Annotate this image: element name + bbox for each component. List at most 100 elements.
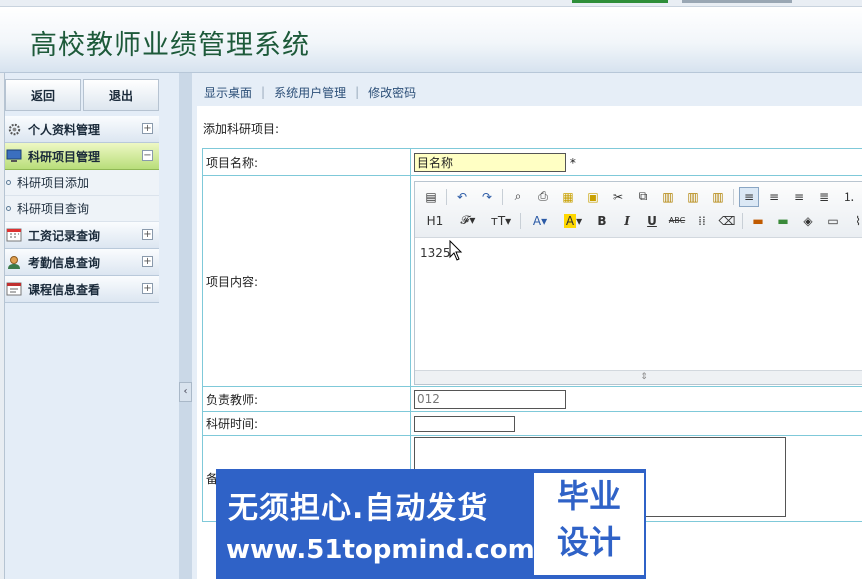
sidebar-button-row: 返回 退出 [5, 79, 159, 111]
strikethrough-icon[interactable]: ABC [667, 211, 687, 231]
bullet-icon [6, 180, 11, 185]
editor-text[interactable]: 1325 [420, 246, 451, 260]
attachment-icon[interactable]: ⌇ [848, 211, 862, 231]
template-icon[interactable]: ▦ [558, 187, 578, 207]
nav-separator: | [355, 85, 360, 99]
banner-line-2: www.51topmind.com [226, 535, 535, 565]
research-time-input[interactable] [414, 415, 515, 432]
toolbar-row-2: H1 𝓕▾ тT▾ A▾ A ▾ B I U ABC ⁞⁞ ⌫ ▬ ▬ ◈ ▭ … [421, 210, 862, 232]
watermark-banner: 无须担心.自动发货 www.51topmind.com 毕业 设计 [216, 469, 646, 579]
undo-icon[interactable]: ↶ [452, 187, 472, 207]
toolbar-separator [520, 212, 521, 229]
top-green-tab[interactable] [572, 0, 668, 3]
italic-icon[interactable]: I [617, 211, 637, 231]
toolbar-separator [446, 188, 447, 205]
banner-line-1: 无须担心.自动发货 [228, 491, 489, 526]
cut-icon[interactable]: ✂ [608, 187, 628, 207]
sidebar-menu: 个人资料管理 + 科研项目管理 − 科研项目添加 科研项目查询 工资记录查询 + [5, 116, 159, 303]
top-nav-links: 显示桌面 | 系统用户管理 | 修改密码 [192, 81, 416, 103]
expand-toggle[interactable]: + [142, 256, 153, 267]
app-header: 高校教师业绩管理系统 [0, 7, 862, 73]
name-cell: * [410, 148, 862, 176]
preview-icon[interactable]: ⌕ [508, 187, 528, 207]
highlight-icon[interactable]: A ▾ [559, 211, 587, 231]
banner-box-line-2: 设计 [556, 523, 621, 561]
bold-icon[interactable]: B [592, 211, 612, 231]
submenu-add-project[interactable]: 科研项目添加 [5, 170, 159, 196]
toolbar-separator [502, 188, 503, 205]
teacher-input[interactable] [414, 389, 566, 409]
menu-label: 个人资料管理 [28, 122, 101, 137]
top-gray-tab[interactable] [682, 0, 792, 3]
heading-dropdown[interactable]: H1 [421, 211, 449, 231]
flash-icon[interactable]: ◈ [798, 211, 818, 231]
required-mark: * [569, 155, 576, 170]
align-left-icon[interactable]: ≡ [739, 186, 759, 207]
redo-icon[interactable]: ↷ [477, 187, 497, 207]
app-title: 高校教师业绩管理系统 [30, 30, 310, 61]
content-cell: ▤ ↶ ↷ ⌕ ⎙ ▦ ▣ ✂ ⧉ ▥ ▥ ▥ ≡ ≡ ≡ ≣ ⒈ H1 𝓕▾ … [410, 175, 862, 387]
menu-label: 课程信息查看 [28, 282, 101, 297]
underline-icon[interactable]: U [642, 211, 662, 231]
collapse-sidebar-button[interactable]: ‹ [179, 382, 192, 402]
align-center-icon[interactable]: ≡ [764, 187, 784, 207]
select-all-icon[interactable]: ⁞⁞ [692, 211, 712, 231]
collapse-toggle[interactable]: − [142, 150, 153, 161]
editor-resize-handle[interactable]: ⇕ [415, 369, 862, 384]
nav-separator: | [261, 85, 266, 99]
sidebar-splitter[interactable] [179, 73, 192, 579]
bullet-icon [6, 206, 11, 211]
back-button[interactable]: 返回 [5, 79, 81, 111]
font-family-icon[interactable]: 𝓕▾ [454, 211, 482, 231]
time-label: 科研时间: [202, 411, 411, 436]
project-name-input[interactable] [414, 152, 566, 172]
user-icon [5, 254, 23, 270]
editor-toolbar: ▤ ↶ ↷ ⌕ ⎙ ▦ ▣ ✂ ⧉ ▥ ▥ ▥ ≡ ≡ ≡ ≣ ⒈ H1 𝓕▾ … [415, 181, 862, 238]
align-right-icon[interactable]: ≡ [789, 187, 809, 207]
banner-box: 毕业 设计 [534, 473, 644, 575]
code-icon[interactable]: ▣ [583, 187, 603, 207]
ordered-list-icon[interactable]: ⒈ [839, 187, 859, 207]
paste-icon[interactable]: ▥ [658, 187, 678, 207]
submenu-label: 科研项目添加 [17, 176, 90, 190]
menu-salary-records[interactable]: 工资记录查询 + [5, 222, 159, 249]
paste-text-icon[interactable]: ▥ [683, 187, 703, 207]
project-form-table: 项目名称: * 项目内容: ▤ ↶ ↷ [202, 148, 862, 522]
paste-word-icon[interactable]: ▥ [708, 187, 728, 207]
calendar-icon [5, 227, 23, 243]
menu-label: 考勤信息查询 [28, 255, 101, 270]
calendar-icon [5, 281, 23, 297]
teacher-label: 负责教师: [202, 386, 411, 412]
link-show-desktop[interactable]: 显示桌面 [204, 84, 252, 101]
logout-button[interactable]: 退出 [83, 79, 159, 111]
gear-icon [5, 121, 23, 137]
media-icon[interactable]: ▭ [823, 211, 843, 231]
copy-icon[interactable]: ⧉ [633, 187, 653, 207]
submenu-query-project[interactable]: 科研项目查询 [5, 196, 159, 222]
eraser-icon[interactable]: ⌫ [717, 211, 737, 231]
link-system-users[interactable]: 系统用户管理 [274, 84, 346, 101]
menu-attendance[interactable]: 考勤信息查询 + [5, 249, 159, 276]
sidebar: 返回 退出 个人资料管理 + 科研项目管理 − 科研项目添加 科研项目查询 工资… [5, 73, 179, 579]
rich-text-editor[interactable]: ▤ ↶ ↷ ⌕ ⎙ ▦ ▣ ✂ ⧉ ▥ ▥ ▥ ≡ ≡ ≡ ≣ ⒈ H1 𝓕▾ … [414, 180, 862, 385]
link-change-password[interactable]: 修改密码 [368, 84, 416, 101]
menu-course-info[interactable]: 课程信息查看 + [5, 276, 159, 303]
toolbar-row-1: ▤ ↶ ↷ ⌕ ⎙ ▦ ▣ ✂ ⧉ ▥ ▥ ▥ ≡ ≡ ≡ ≣ ⒈ [421, 186, 862, 208]
font-size-icon[interactable]: тT▾ [487, 211, 515, 231]
name-label: 项目名称: [202, 148, 411, 176]
menu-personal-info[interactable]: 个人资料管理 + [5, 116, 159, 143]
print-icon[interactable]: ⎙ [533, 187, 553, 207]
text-color-icon[interactable]: A▾ [526, 211, 554, 231]
image-icon[interactable]: ▬ [748, 211, 768, 231]
monitor-icon [5, 148, 23, 164]
source-icon[interactable]: ▤ [421, 187, 441, 207]
justify-icon[interactable]: ≣ [814, 187, 834, 207]
expand-toggle[interactable]: + [142, 123, 153, 134]
multi-image-icon[interactable]: ▬ [773, 211, 793, 231]
expand-toggle[interactable]: + [142, 283, 153, 294]
expand-toggle[interactable]: + [142, 229, 153, 240]
teacher-cell [410, 386, 862, 412]
menu-research-projects[interactable]: 科研项目管理 − [5, 143, 159, 170]
menu-label: 工资记录查询 [28, 228, 101, 243]
mouse-cursor-icon [449, 239, 463, 261]
